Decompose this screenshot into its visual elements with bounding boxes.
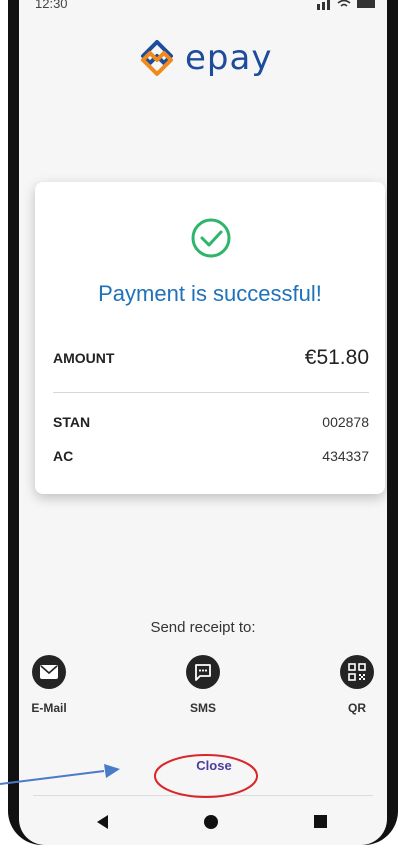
app-screen: 12:30 epay Payment is successful! AMOUNT… [19, 0, 387, 845]
system-navigation-bar [19, 808, 387, 838]
qr-code-icon[interactable] [340, 655, 374, 689]
phone-frame: 12:30 epay Payment is successful! AMOUNT… [8, 0, 398, 845]
success-check-icon [191, 218, 231, 258]
stan-row: STAN 002878 [53, 414, 369, 430]
epay-logo-mark [141, 40, 173, 76]
receipt-option-label: E-Mail [31, 701, 67, 715]
amount-label: AMOUNT [53, 350, 115, 366]
card-divider [53, 392, 369, 393]
stan-label: STAN [53, 414, 91, 430]
ac-value: 434337 [322, 448, 369, 464]
back-nav-icon[interactable] [97, 815, 109, 829]
epay-logo-text: epay [185, 38, 273, 78]
annotation-highlight-ellipse [154, 754, 258, 798]
status-bar: 12:30 [19, 0, 387, 18]
ac-row: AC 434337 [53, 448, 369, 464]
mail-icon[interactable] [32, 655, 66, 689]
amount-row: AMOUNT €51.80 [53, 346, 369, 370]
status-time: 12:30 [35, 0, 68, 11]
receipt-option-label: QR [348, 701, 366, 715]
payment-status-message: Payment is successful! [98, 281, 322, 306]
send-receipt-title: Send receipt to: [150, 619, 256, 636]
battery-icon [357, 0, 375, 8]
home-nav-icon[interactable] [203, 814, 219, 830]
status-icons [317, 0, 375, 10]
epay-logo: epay [137, 38, 272, 78]
receipt-option-qr[interactable]: QR [327, 655, 387, 715]
ac-label: AC [53, 448, 74, 464]
receipt-option-label: SMS [189, 701, 216, 715]
receipt-option-sms[interactable]: SMS [173, 655, 233, 715]
signal-icon [317, 0, 330, 10]
receipt-option-email[interactable]: E-Mail [19, 655, 79, 715]
recents-nav-icon[interactable] [314, 815, 327, 828]
amount-value: €51.80 [304, 346, 369, 369]
sms-icon[interactable] [186, 655, 220, 689]
stan-value: 002878 [322, 414, 369, 430]
wifi-icon [337, 0, 351, 7]
payment-result-card: Payment is successful! AMOUNT €51.80 STA… [35, 182, 385, 494]
annotation-arrow-icon [0, 764, 120, 785]
